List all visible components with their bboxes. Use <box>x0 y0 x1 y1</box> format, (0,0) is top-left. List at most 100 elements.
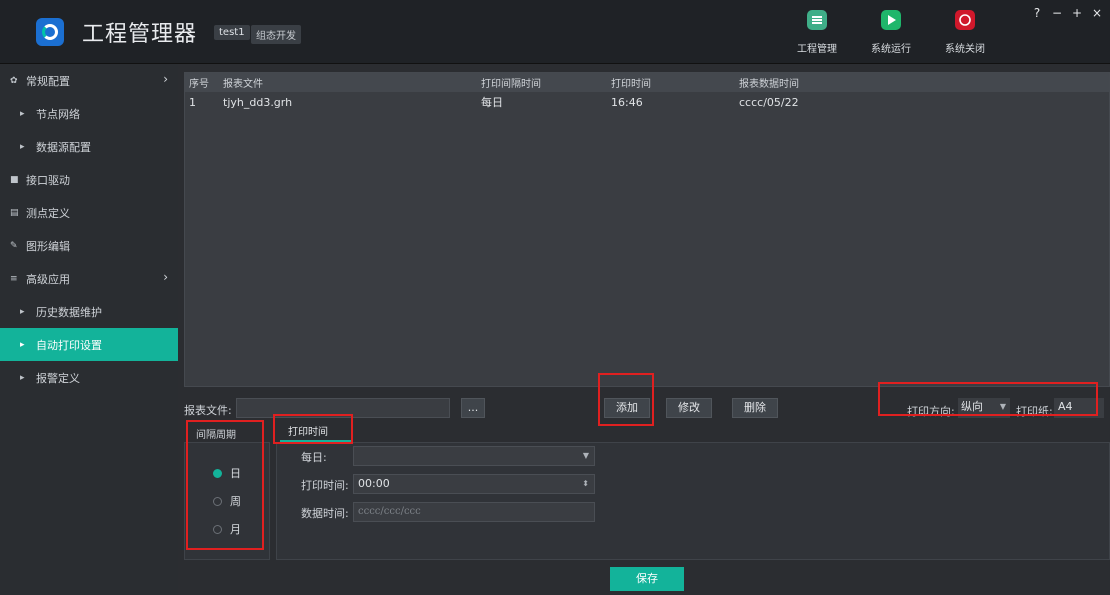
table-row[interactable]: 1 tjyh_dd3.grh 每日 16:46 cccc/05/22 <box>185 92 1109 112</box>
add-button[interactable]: 添加 <box>604 398 650 418</box>
caret-icon: ▸ <box>20 339 25 350</box>
project-manage-button[interactable]: 工程管理 <box>782 10 852 55</box>
radio-dot-icon <box>213 524 222 534</box>
sidebar-item-label: 数据源配置 <box>36 140 91 154</box>
period-day-label: 日 <box>230 467 241 480</box>
daily-label: 每日: <box>301 451 327 464</box>
report-form-row: 报表文件: ... 添加 修改 删除 打印方向: 纵向 ▼ 打印纸: A4 <box>178 396 1110 420</box>
paper-select[interactable]: A4 <box>1054 398 1104 418</box>
maximize-button[interactable]: + <box>1072 6 1082 20</box>
app-title: 工程管理器 <box>82 22 198 47</box>
project-mode-badge: 组态开发 <box>251 25 301 44</box>
sidebar-item-label: 节点网络 <box>36 107 80 121</box>
app-logo <box>36 18 64 46</box>
sidebar-item-point-definition[interactable]: ▤ 测点定义 <box>0 196 178 229</box>
sidebar-item-label: 图形编辑 <box>26 239 70 253</box>
print-time-panel: 每日: ▼ 打印时间: 00:00 ⬍ 数据时间: cccc/ccc/ccc <box>276 442 1110 560</box>
caret-icon: ▸ <box>20 108 25 119</box>
project-manage-label: 工程管理 <box>797 44 837 55</box>
cell-file: tjyh_dd3.grh <box>223 95 293 109</box>
table-header: 序号 报表文件 打印间隔时间 打印时间 报表数据时间 <box>185 73 1109 92</box>
sliders-icon: ≡ <box>10 273 18 284</box>
main-panel: 序号 报表文件 打印间隔时间 打印时间 报表数据时间 1 tjyh_dd3.gr… <box>178 64 1110 595</box>
col-header-data-time[interactable]: 报表数据时间 <box>733 75 933 90</box>
sidebar-item-interface-driver[interactable]: ■ 接口驱动 <box>0 163 178 196</box>
browse-button[interactable]: ... <box>461 398 485 418</box>
daily-select[interactable]: ▼ <box>353 446 595 466</box>
play-icon <box>881 10 901 30</box>
print-direction-label: 打印方向: <box>907 405 955 418</box>
sidebar-item-history-data[interactable]: ▸ 历史数据维护 <box>0 295 178 328</box>
sidebar-item-label: 报警定义 <box>36 371 80 385</box>
print-time-value: 00:00 <box>358 477 390 490</box>
tab-print-time[interactable]: 打印时间 <box>280 424 352 442</box>
delete-button[interactable]: 删除 <box>732 398 778 418</box>
print-direction-select[interactable]: 纵向 ▼ <box>958 398 1010 418</box>
minimize-button[interactable]: − <box>1052 6 1062 20</box>
report-file-input[interactable] <box>236 398 450 418</box>
radio-dot-icon <box>213 496 222 506</box>
save-button[interactable]: 保存 <box>610 567 684 591</box>
sidebar-item-general-config[interactable]: ✿ 常规配置 › <box>0 64 178 97</box>
paper-label: 打印纸: <box>1016 405 1053 418</box>
sidebar-item-alarm-definition[interactable]: ▸ 报警定义 <box>0 361 178 394</box>
spinner-icon[interactable]: ⬍ <box>582 475 589 493</box>
sidebar-item-node-network[interactable]: ▸ 节点网络 <box>0 97 178 130</box>
plug-icon: ■ <box>10 174 19 185</box>
period-day-radio[interactable]: 日 <box>213 465 241 481</box>
caret-icon: ▸ <box>20 372 25 383</box>
sidebar-item-label: 常规配置 <box>26 74 70 88</box>
caret-icon: ▸ <box>20 141 25 152</box>
system-close-label: 系统关闭 <box>945 44 985 55</box>
sidebar-item-datasource-config[interactable]: ▸ 数据源配置 <box>0 130 178 163</box>
sidebar-item-label: 历史数据维护 <box>36 305 102 319</box>
close-button[interactable]: × <box>1092 6 1102 20</box>
system-run-button[interactable]: 系统运行 <box>856 10 926 55</box>
list-icon <box>807 10 827 30</box>
chevron-down-icon: ▼ <box>999 402 1006 411</box>
cell-print-time: 16:46 <box>611 95 643 109</box>
col-header-interval[interactable]: 打印间隔时间 <box>475 75 605 90</box>
edit-icon: ✎ <box>10 240 18 251</box>
help-button[interactable]: ? <box>1032 6 1042 20</box>
radio-dot-icon <box>213 468 222 478</box>
caret-icon: ▸ <box>20 306 25 317</box>
period-week-radio[interactable]: 周 <box>213 493 241 509</box>
sidebar-item-graphic-edit[interactable]: ✎ 图形编辑 <box>0 229 178 262</box>
interval-period-group: 日 周 月 <box>184 442 270 560</box>
project-name-badge: test1 <box>214 25 250 40</box>
chevron-right-icon: › <box>163 72 168 86</box>
sidebar-item-auto-print[interactable]: ▸ 自动打印设置 <box>0 328 178 361</box>
cell-index: 1 <box>189 95 196 109</box>
sidebar-item-label: 自动打印设置 <box>36 338 102 352</box>
sidebar-item-label: 接口驱动 <box>26 173 70 187</box>
period-week-label: 周 <box>230 495 241 508</box>
print-direction-value: 纵向 <box>961 400 983 413</box>
print-task-table: 序号 报表文件 打印间隔时间 打印时间 报表数据时间 1 tjyh_dd3.gr… <box>184 72 1110 387</box>
period-month-label: 月 <box>230 523 241 536</box>
title-bar: 工程管理器 test1 组态开发 工程管理 系统运行 系统关闭 ? − + × <box>0 0 1110 64</box>
gear-icon: ✿ <box>10 75 18 86</box>
system-run-label: 系统运行 <box>871 44 911 55</box>
col-header-index[interactable]: 序号 <box>185 75 215 90</box>
sidebar: ✿ 常规配置 › ▸ 节点网络 ▸ 数据源配置 ■ 接口驱动 ▤ 测点定义 ✎ … <box>0 64 178 595</box>
chevron-right-icon: › <box>163 270 168 284</box>
window-controls: ? − + × <box>1032 6 1102 20</box>
interval-period-title: 间隔周期 <box>196 430 236 441</box>
database-icon: ▤ <box>10 207 19 218</box>
col-header-file[interactable]: 报表文件 <box>215 75 475 90</box>
sidebar-item-label: 测点定义 <box>26 206 70 220</box>
print-config-area: 日 周 月 间隔周期 打印时间 每日: ▼ 打印时间: 00:00 ⬍ 数据时间… <box>184 422 1110 562</box>
period-month-radio[interactable]: 月 <box>213 521 241 537</box>
power-icon <box>955 10 975 30</box>
edit-button[interactable]: 修改 <box>666 398 712 418</box>
cell-data-time: cccc/05/22 <box>739 95 799 109</box>
data-time-input[interactable]: cccc/ccc/ccc <box>353 502 595 522</box>
chevron-down-icon: ▼ <box>582 451 589 460</box>
sidebar-item-advanced[interactable]: ≡ 高级应用 › <box>0 262 178 295</box>
sidebar-item-label: 高级应用 <box>26 272 70 286</box>
system-close-button[interactable]: 系统关闭 <box>930 10 1000 55</box>
col-header-print-time[interactable]: 打印时间 <box>605 75 733 90</box>
print-time-label: 打印时间: <box>301 479 349 492</box>
print-time-spinner[interactable]: 00:00 ⬍ <box>353 474 595 494</box>
